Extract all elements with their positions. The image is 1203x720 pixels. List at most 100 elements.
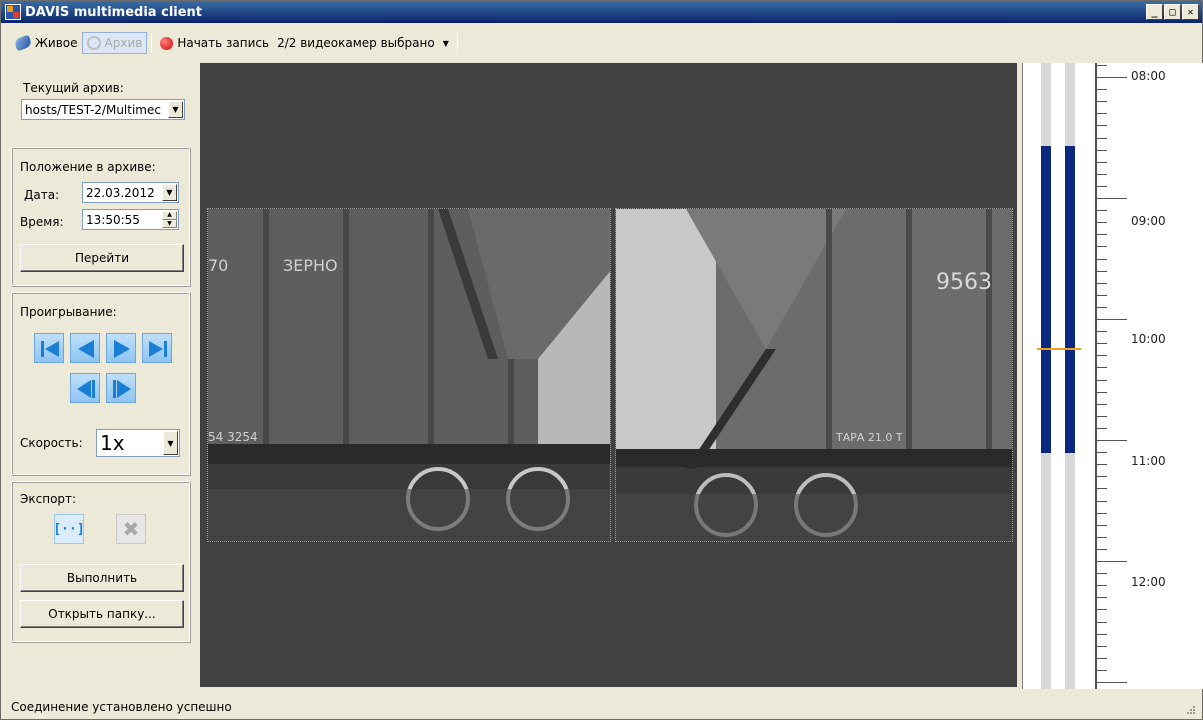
timeline[interactable]: 08:00 09:00 10:00 11:00 12:00 bbox=[1022, 63, 1203, 689]
speed-label: Скорость: bbox=[20, 436, 83, 450]
ruler-tick bbox=[1097, 101, 1107, 103]
cameras-dropdown[interactable]: 2/2 видеокамер выбрано ▼ bbox=[273, 32, 453, 54]
ruler-tick bbox=[1097, 222, 1107, 224]
ruler-tick bbox=[1097, 234, 1107, 236]
step-back-button[interactable] bbox=[70, 333, 100, 363]
app-window: DAVIS multimedia client _ □ ✕ Живое Архи… bbox=[0, 0, 1203, 720]
ruler-tick bbox=[1097, 282, 1107, 284]
playback-label: Проигрывание: bbox=[20, 305, 117, 319]
ruler-tick bbox=[1097, 403, 1107, 405]
wagon-number: 70 bbox=[208, 256, 228, 275]
live-label: Живое bbox=[35, 36, 78, 50]
calendar-dropdown-icon[interactable]: ▼ bbox=[162, 184, 177, 201]
go-button[interactable]: Перейти bbox=[20, 244, 184, 272]
camera-frame-1: ЗЕРНО 70 54 3254 bbox=[208, 209, 610, 541]
ruler-tick bbox=[1097, 609, 1107, 611]
ruler-tick bbox=[1097, 64, 1107, 66]
recording-segment[interactable] bbox=[1065, 146, 1075, 453]
chevron-down-icon[interactable]: ▼ bbox=[163, 431, 178, 455]
time-label: Время: bbox=[20, 215, 64, 229]
ruler-tick bbox=[1097, 77, 1127, 78]
ruler-tick bbox=[1097, 379, 1107, 381]
time-spinner[interactable]: ▲ ▼ bbox=[162, 211, 177, 228]
camera-frame-2: 9563 ТАРА 21.0 Т bbox=[616, 209, 1012, 541]
archive-select[interactable]: hosts/TEST-2/Multimec ▼ bbox=[21, 99, 185, 120]
archive-button[interactable]: Архив bbox=[81, 32, 148, 54]
ruler-tick bbox=[1097, 512, 1107, 514]
camera-view-2[interactable]: 9563 ТАРА 21.0 Т bbox=[615, 208, 1013, 542]
speed-select[interactable]: 1x ▼ bbox=[96, 429, 180, 457]
title-bar[interactable]: DAVIS multimedia client _ □ ✕ bbox=[1, 1, 1202, 23]
frame-back-button[interactable] bbox=[70, 373, 100, 403]
film-reel-icon bbox=[86, 36, 101, 50]
ruler-tick bbox=[1097, 464, 1107, 466]
chevron-down-icon[interactable]: ▼ bbox=[168, 101, 183, 118]
video-area: ЗЕРНО 70 54 3254 9563 ТАРА 21.0 Т bbox=[200, 63, 1017, 687]
ruler-tick bbox=[1097, 573, 1107, 575]
wagon-number: 9563 bbox=[936, 270, 992, 295]
ruler-tick bbox=[1097, 427, 1107, 429]
ruler-tick bbox=[1097, 476, 1107, 478]
ruler-tick bbox=[1097, 149, 1107, 151]
ruler-tick bbox=[1097, 113, 1107, 115]
record-icon bbox=[160, 36, 174, 50]
skip-to-start-icon bbox=[41, 341, 59, 357]
minimize-button[interactable]: _ bbox=[1146, 4, 1163, 20]
spin-down-icon[interactable]: ▼ bbox=[162, 219, 177, 228]
recording-segment[interactable] bbox=[1041, 146, 1051, 453]
wagon-text-bottom: 54 3254 bbox=[208, 430, 258, 444]
skip-end-button[interactable] bbox=[142, 333, 172, 363]
skip-to-end-icon bbox=[149, 341, 167, 357]
ruler-tick bbox=[1097, 561, 1127, 562]
time-label: 12:00 bbox=[1131, 575, 1166, 589]
toolbar: Живое Архив Начать запись 2/2 видеокамер… bbox=[1, 24, 1202, 62]
resize-grip-icon[interactable] bbox=[1186, 705, 1196, 715]
ruler-tick bbox=[1097, 355, 1107, 357]
time-field[interactable]: 13:50:55 ▲ ▼ bbox=[82, 209, 179, 230]
chevron-down-icon: ▼ bbox=[442, 38, 449, 48]
position-group: Положение в архиве: Дата: 22.03.2012 ▼ В… bbox=[11, 147, 191, 287]
app-icon bbox=[5, 4, 21, 20]
ruler-tick bbox=[1097, 621, 1107, 623]
ruler-tick bbox=[1097, 319, 1127, 320]
skip-start-button[interactable] bbox=[34, 333, 64, 363]
open-folder-button[interactable]: Открыть папку... bbox=[20, 600, 184, 628]
wagon-text-top: ЗЕРНО bbox=[283, 256, 338, 275]
ruler-tick bbox=[1097, 415, 1107, 417]
ruler-tick bbox=[1097, 682, 1127, 683]
maximize-button[interactable]: □ bbox=[1164, 4, 1181, 20]
export-group: Экспорт: [··] ✖ Выполнить Открыть папку.… bbox=[11, 481, 191, 643]
ruler-tick bbox=[1097, 548, 1107, 550]
ruler-tick bbox=[1097, 633, 1107, 635]
date-picker[interactable]: 22.03.2012 ▼ bbox=[82, 182, 179, 203]
ruler-tick bbox=[1097, 125, 1107, 127]
ruler-tick bbox=[1097, 440, 1127, 441]
time-label: 08:00 bbox=[1131, 69, 1166, 83]
execute-button[interactable]: Выполнить bbox=[20, 564, 184, 592]
ruler-tick bbox=[1097, 331, 1107, 333]
spin-up-icon[interactable]: ▲ bbox=[162, 211, 177, 220]
status-bar: Соединение установлено успешно bbox=[1, 695, 1202, 719]
ruler-tick bbox=[1097, 488, 1107, 490]
record-button[interactable]: Начать запись bbox=[156, 32, 273, 54]
playhead-marker[interactable] bbox=[1037, 348, 1081, 350]
frame-forward-button[interactable] bbox=[106, 373, 136, 403]
ruler-tick bbox=[1097, 524, 1107, 526]
time-label: 11:00 bbox=[1131, 454, 1166, 468]
time-ruler bbox=[1095, 63, 1097, 689]
play-button[interactable] bbox=[106, 333, 136, 363]
export-select-button[interactable]: [··] bbox=[53, 514, 85, 544]
ruler-tick bbox=[1097, 367, 1107, 369]
live-button[interactable]: Живое bbox=[11, 32, 82, 54]
time-label: 10:00 bbox=[1131, 332, 1166, 346]
close-button[interactable]: ✕ bbox=[1182, 4, 1199, 20]
time-value: 13:50:55 bbox=[86, 212, 140, 227]
ruler-tick bbox=[1097, 210, 1107, 212]
ruler-tick bbox=[1097, 597, 1107, 599]
frame-forward-icon bbox=[113, 380, 131, 398]
camera-view-1[interactable]: ЗЕРНО 70 54 3254 bbox=[207, 208, 611, 542]
export-cancel-button[interactable]: ✖ bbox=[116, 514, 146, 544]
ruler-tick bbox=[1097, 137, 1107, 139]
ruler-tick bbox=[1097, 185, 1107, 187]
speed-value: 1x bbox=[100, 431, 125, 455]
